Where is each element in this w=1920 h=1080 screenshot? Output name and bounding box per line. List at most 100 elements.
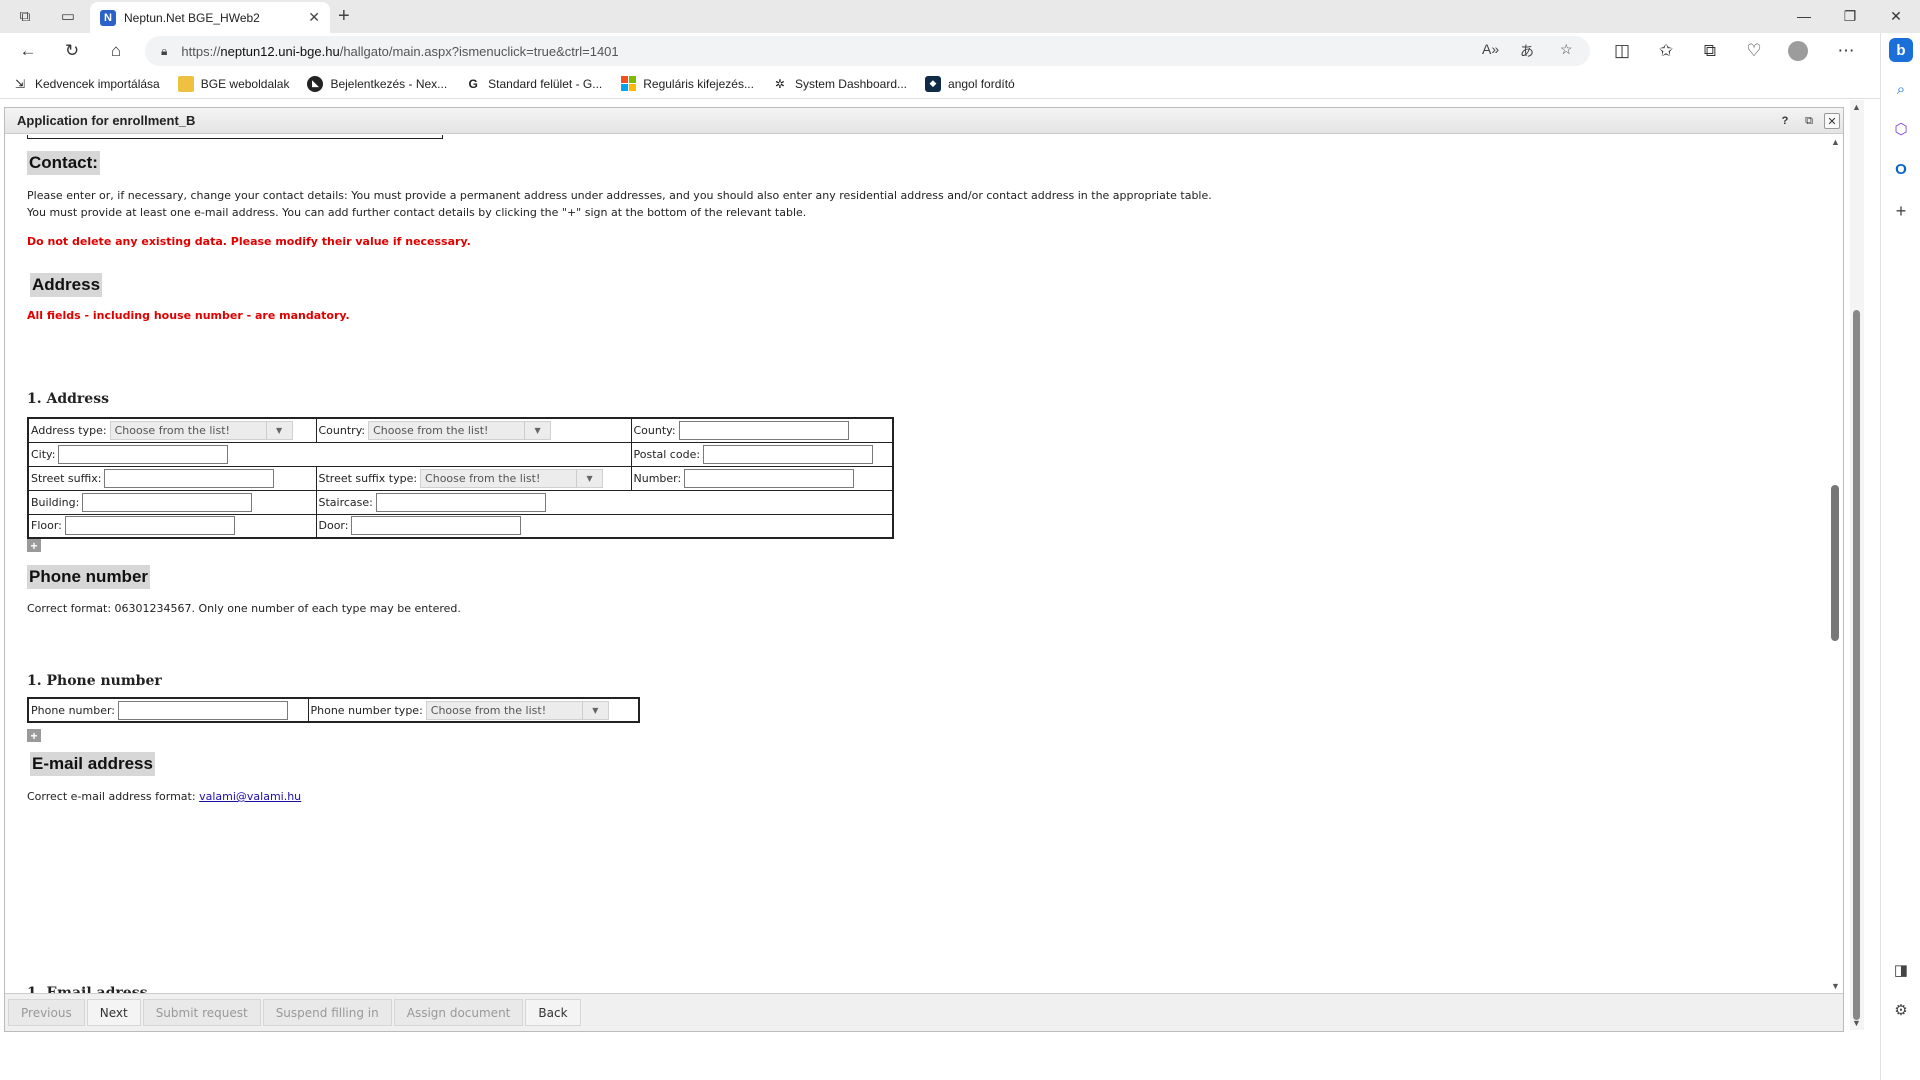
bookmark-item[interactable]: ⇲ Kedvencek importálása (12, 76, 160, 92)
door-label: Door: (318, 519, 349, 533)
browser-tab[interactable]: N Neptun.Net BGE_HWeb2 ✕ (90, 2, 330, 33)
back-button[interactable]: Back (525, 999, 581, 1026)
scroll-up-icon[interactable]: ▲ (1831, 137, 1840, 147)
county-input[interactable] (678, 420, 849, 440)
postal-code-input[interactable] (703, 444, 874, 464)
street-suffix-type-select[interactable]: Choose from the list! ▼ (420, 468, 604, 488)
number-input[interactable] (684, 468, 855, 488)
dialog-button-bar: Previous Next Submit request Suspend fil… (5, 993, 1843, 1031)
email-format-note: Correct e-mail address format: valami@va… (27, 790, 302, 803)
floor-input[interactable] (64, 516, 235, 536)
dialog-titlebar: Application for enrollment_B (5, 108, 1843, 134)
email-example-link[interactable]: valami@valami.hu (199, 790, 301, 803)
bookmark-item[interactable]: Reguláris kifejezés... (620, 76, 754, 92)
phone-number-type-select[interactable]: Choose from the list! ▼ (425, 700, 609, 720)
bookmark-item[interactable]: ◆ angol fordító (925, 75, 1015, 92)
next-button[interactable]: Next (86, 999, 141, 1026)
bookmark-item[interactable]: ◣ Bejelentkezés - Nex... (307, 75, 447, 92)
more-menu-icon[interactable]: ⋯ (1832, 39, 1860, 63)
new-tab-icon[interactable]: + (338, 5, 350, 28)
outlook-icon[interactable]: O (1889, 157, 1913, 181)
translate-icon[interactable]: あ (1520, 41, 1534, 61)
search-icon[interactable]: ⌕ (1889, 77, 1913, 101)
g-icon: G (468, 76, 478, 91)
favorite-star-icon[interactable]: ☆ (1560, 41, 1573, 58)
page-scrollbar[interactable]: ▲ ▼ (1850, 100, 1864, 1030)
address-type-select[interactable]: Choose from the list! ▼ (109, 420, 293, 440)
back-arrow-icon[interactable]: ← (14, 39, 42, 63)
browser-essentials-icon[interactable]: ♡ (1740, 39, 1768, 63)
scroll-up-icon[interactable]: ▲ (1852, 102, 1861, 112)
city-input[interactable] (58, 444, 229, 464)
chevron-down-icon: ▼ (524, 421, 550, 439)
minimize-icon[interactable]: — (1782, 4, 1826, 28)
workspaces-icon[interactable]: ⧉ (12, 5, 38, 27)
email-subheading: 1. Email adress (27, 985, 148, 993)
read-aloud-icon[interactable]: A» (1482, 41, 1499, 57)
tab-close-icon[interactable]: ✕ (308, 9, 320, 26)
collections-icon[interactable]: ⧉ (1696, 39, 1724, 63)
bookmark-item[interactable]: ✲ System Dashboard... (772, 76, 907, 92)
microsoft-icon (620, 76, 636, 92)
home-icon[interactable]: ⌂ (102, 39, 130, 63)
suspend-filling-button[interactable]: Suspend filling in (262, 999, 392, 1026)
bookmark-item[interactable]: BGE weboldalak (177, 75, 289, 92)
address-bar[interactable]: 🔒︎ https://neptun12.uni-bge.hu/hallgato/… (145, 36, 1590, 66)
contact-instructions-line2: You must provide at least one e-mail add… (27, 206, 807, 219)
browser-tab-bar: ⧉ ▭ N Neptun.Net BGE_HWeb2 ✕ + — ❐ ✕ (0, 0, 1920, 33)
bookmark-item[interactable]: G Standard felület - G... (465, 76, 603, 92)
phone-number-input[interactable] (118, 700, 289, 720)
url-text: https://neptun12.uni-bge.hu/hallgato/mai… (181, 43, 619, 59)
address-subheading: 1. Address (27, 391, 109, 407)
close-dialog-icon[interactable]: ✕ (1824, 113, 1840, 129)
tab-actions-icon[interactable]: ▭ (55, 5, 81, 27)
building-input[interactable] (82, 492, 253, 512)
dialog-scroll-thumb[interactable] (1831, 485, 1839, 641)
help-icon[interactable]: ? (1777, 113, 1793, 129)
scroll-down-icon[interactable]: ▼ (1831, 981, 1840, 991)
browser-nav-bar: ← ↻ ⌂ 🔒︎ https://neptun12.uni-bge.hu/hal… (0, 33, 1920, 69)
street-suffix-input[interactable] (104, 468, 275, 488)
address-heading: Address (30, 273, 103, 297)
office-icon[interactable]: ⬡ (1889, 117, 1913, 141)
add-phone-button[interactable]: + (27, 729, 41, 742)
favorites-icon[interactable]: ✩ (1652, 39, 1680, 63)
phone-table: Phone number: Phone number type: Choose f… (27, 697, 640, 723)
contact-warning: Do not delete any existing data. Please … (27, 235, 471, 248)
assign-document-button[interactable]: Assign document (393, 999, 524, 1026)
previous-button[interactable]: Previous (8, 999, 85, 1026)
bookmarks-bar: ⇲ Kedvencek importálása BGE weboldalak ◣ B… (0, 69, 1880, 99)
enrollment-dialog: Application for enrollment_B ? ⧉ ✕ Conta… (4, 107, 1844, 1032)
maximize-dialog-icon[interactable]: ⧉ (1801, 113, 1817, 129)
page-scroll-thumb[interactable] (1853, 310, 1860, 1020)
city-label: City: (31, 447, 56, 461)
submit-request-button[interactable]: Submit request (142, 999, 261, 1026)
chevron-down-icon: ▼ (581, 701, 608, 719)
door-input[interactable] (351, 516, 522, 536)
add-address-button[interactable]: + (27, 539, 41, 552)
sidebar-panel-icon[interactable]: ◨ (1889, 958, 1913, 982)
phone-number-type-label: Phone number type: (310, 703, 423, 717)
contact-instructions-line1: Please enter or, if necessary, change yo… (27, 189, 1212, 202)
profile-avatar-icon[interactable] (1784, 39, 1812, 63)
phone-heading: Phone number (27, 565, 151, 589)
number-label: Number: (633, 471, 682, 485)
dialog-scrollbar[interactable]: ▲ ▼ (1827, 135, 1843, 993)
staircase-input[interactable] (375, 492, 546, 512)
split-screen-icon[interactable]: ◫ (1608, 39, 1636, 63)
chevron-down-icon: ▼ (265, 421, 292, 439)
street-suffix-label: Street suffix: (31, 471, 102, 485)
settings-gear-icon[interactable]: ⚙ (1889, 998, 1913, 1022)
country-label: Country: (318, 423, 366, 437)
edge-sidebar: b ⌕ ⬡ O + ◨ ⚙ (1880, 33, 1920, 1080)
country-select[interactable]: Choose from the list! ▼ (368, 420, 552, 440)
phone-format-note: Correct format: 06301234567. Only one nu… (27, 602, 461, 615)
phone-subheading: 1. Phone number (27, 673, 162, 689)
close-window-icon[interactable]: ✕ (1874, 4, 1918, 28)
scroll-down-icon[interactable]: ▼ (1852, 1018, 1861, 1028)
restore-window-icon[interactable]: ❐ (1828, 4, 1872, 28)
refresh-icon[interactable]: ↻ (58, 39, 86, 63)
add-sidebar-app-icon[interactable]: + (1889, 199, 1913, 223)
deepl-icon: ◆ (925, 75, 942, 92)
bing-copilot-icon[interactable]: b (1889, 38, 1913, 62)
